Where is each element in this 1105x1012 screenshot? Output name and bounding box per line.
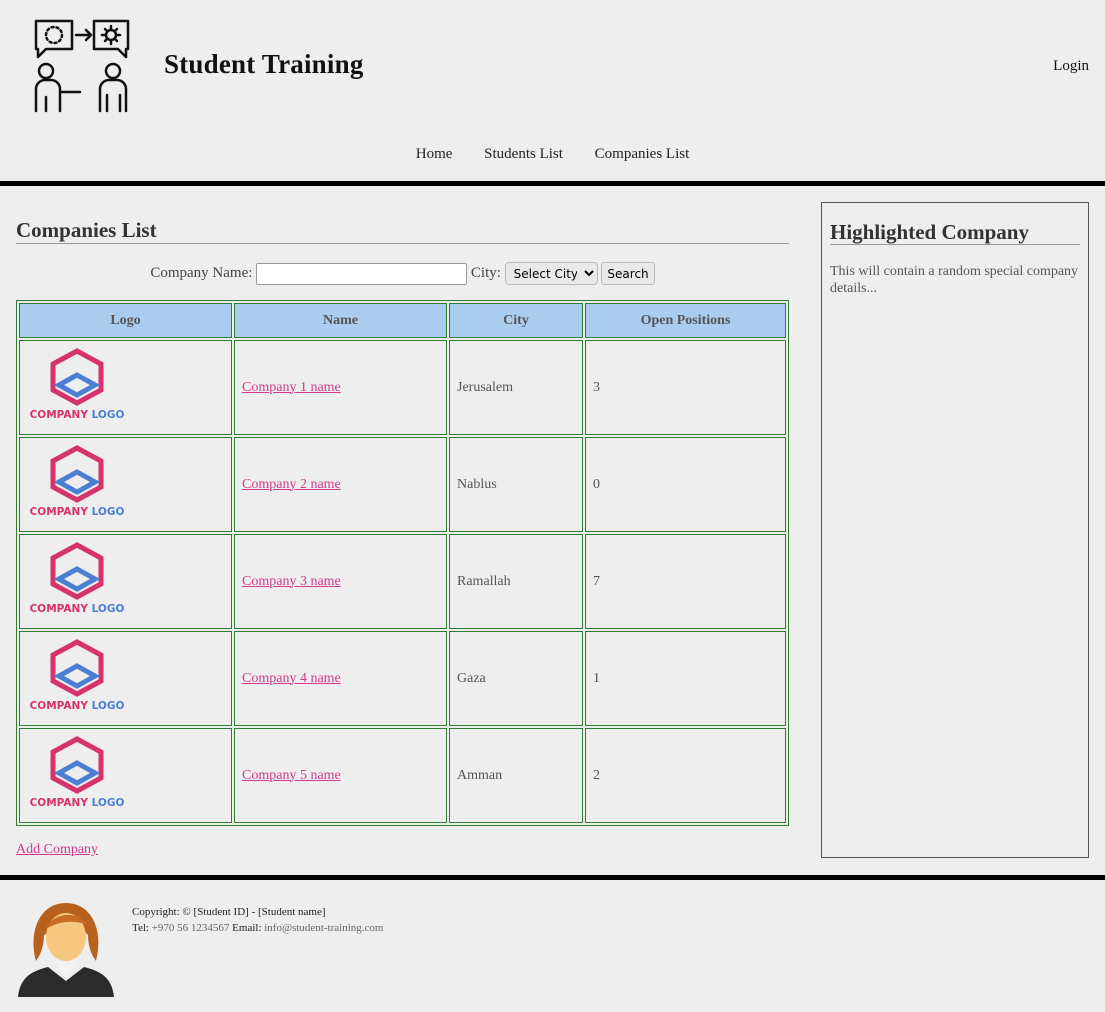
column-header-city: City [449,303,583,338]
company-positions-cell: 7 [585,534,786,629]
footer-email-value[interactable]: info@student-training.com [264,922,383,934]
company-logo-text: COMPANY LOGO [30,506,125,518]
login-link[interactable]: Login [1053,58,1089,75]
table-row: COMPANY LOGO Company 4 name Gaza 1 [19,631,786,726]
company-name-link[interactable]: Company 1 name [242,380,341,395]
company-city-cell: Nablus [449,437,583,532]
highlighted-company-text: This will contain a random special compa… [830,264,1079,296]
nav-companies-list-link[interactable]: Companies List [595,146,690,162]
table-row: COMPANY LOGO Company 5 name Amman 2 [19,728,786,823]
column-header-open-positions: Open Positions [585,303,786,338]
table-row: COMPANY LOGO Company 1 name Jerusalem 3 [19,340,786,435]
table-header-row: Logo Name City Open Positions [19,303,786,338]
nav-students-list-link[interactable]: Students List [484,146,563,162]
search-button[interactable]: Search [601,262,655,285]
footer-tel-label: Tel: [132,922,149,934]
column-header-logo: Logo [19,303,232,338]
company-name-label: Company Name: [150,264,253,281]
companies-table: Logo Name City Open Positions COMPANY LO… [16,300,789,826]
main-nav: Home Students List Companies List [0,146,1105,163]
company-logo-text: COMPANY LOGO [30,797,125,809]
company-logo-icon: COMPANY LOGO [30,639,125,712]
user-avatar-icon [18,903,114,997]
company-name-link[interactable]: Company 5 name [242,768,341,783]
company-positions-cell: 1 [585,631,786,726]
company-name-input[interactable] [256,262,468,285]
company-logo-cell: COMPANY LOGO [19,534,232,629]
add-company-link[interactable]: Add Company [16,842,98,858]
company-logo-icon: COMPANY LOGO [30,445,125,518]
site-title: Student Training [164,49,364,79]
footer-tel-value: +970 56 1234567 [151,922,230,934]
table-row: COMPANY LOGO Company 3 name Ramallah 7 [19,534,786,629]
site-footer: Copyright: © [Student ID] - [Student nam… [0,875,1105,1012]
footer-email-label: Email: [232,922,262,934]
company-logo-icon: COMPANY LOGO [30,736,125,809]
company-name-cell: Company 3 name [234,534,447,629]
company-logo-cell: COMPANY LOGO [19,340,232,435]
footer-copyright: Copyright: © [Student ID] - [Student nam… [132,906,326,918]
company-city-cell: Amman [449,728,583,823]
training-logo-icon [34,19,130,113]
search-bar: Company Name: City: Select City Search [16,262,789,285]
company-positions-cell: 3 [585,340,786,435]
company-name-cell: Company 5 name [234,728,447,823]
site-header: Student Training Login Home Students Lis… [0,0,1105,186]
company-city-cell: Jerusalem [449,340,583,435]
company-logo-cell: COMPANY LOGO [19,437,232,532]
company-logo-text: COMPANY LOGO [30,700,125,712]
nav-home-link[interactable]: Home [416,146,453,162]
company-city-cell: Ramallah [449,534,583,629]
highlighted-company-panel: Highlighted Company This will contain a … [821,202,1089,858]
company-name-link[interactable]: Company 4 name [242,671,341,686]
company-name-cell: Company 1 name [234,340,447,435]
city-select[interactable]: Select City [504,262,598,285]
column-header-name: Name [234,303,447,338]
highlighted-company-title: Highlighted Company [830,220,1080,245]
company-city-cell: Gaza [449,631,583,726]
page-title: Companies List [16,202,789,244]
main-content: Companies List Company Name: City: Selec… [16,202,789,857]
company-positions-cell: 0 [585,437,786,532]
company-positions-cell: 2 [585,728,786,823]
company-name-cell: Company 4 name [234,631,447,726]
company-logo-text: COMPANY LOGO [30,603,125,615]
company-name-cell: Company 2 name [234,437,447,532]
company-logo-icon: COMPANY LOGO [30,348,125,421]
table-row: COMPANY LOGO Company 2 name Nablus 0 [19,437,786,532]
company-logo-cell: COMPANY LOGO [19,728,232,823]
company-logo-cell: COMPANY LOGO [19,631,232,726]
company-logo-text: COMPANY LOGO [30,409,125,421]
city-label: City: [470,264,501,281]
company-name-link[interactable]: Company 2 name [242,477,341,492]
footer-info: Copyright: © [Student ID] - [Student nam… [132,904,383,936]
company-name-link[interactable]: Company 3 name [242,574,341,589]
company-logo-icon: COMPANY LOGO [30,542,125,615]
